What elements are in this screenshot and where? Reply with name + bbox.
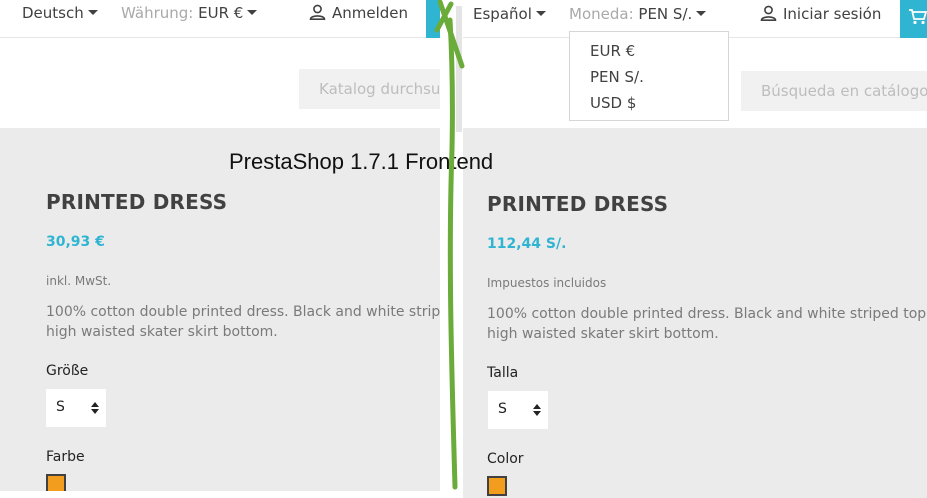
size-select[interactable]: S bbox=[488, 391, 548, 429]
product-description: 100% cotton double printed dress. Black … bbox=[487, 304, 926, 344]
size-select[interactable]: S bbox=[46, 389, 106, 427]
currency-option[interactable]: EUR € bbox=[590, 38, 728, 64]
sign-in-link[interactable]: Anmelden bbox=[309, 4, 408, 22]
currency-option[interactable]: PEN S/. bbox=[590, 64, 728, 90]
updown-arrows-icon bbox=[91, 402, 99, 414]
cart-button[interactable] bbox=[426, 0, 440, 38]
description-line: high waisted skater skirt bottom. bbox=[46, 324, 278, 340]
product-title: PRINTED DRESS bbox=[46, 190, 228, 214]
user-icon bbox=[309, 4, 326, 20]
currency-selector[interactable]: Moneda: PEN S/. bbox=[569, 5, 707, 23]
color-label: Farbe bbox=[46, 449, 85, 465]
currency-value: EUR € bbox=[198, 4, 244, 22]
search-input[interactable] bbox=[299, 69, 440, 109]
bottom-strip bbox=[0, 491, 440, 498]
screenshot-caption: PrestaShop 1.7.1 Frontend bbox=[229, 149, 494, 174]
color-label: Color bbox=[487, 451, 524, 467]
user-icon bbox=[760, 5, 777, 21]
size-value: S bbox=[56, 399, 65, 415]
currency-option[interactable]: USD $ bbox=[590, 90, 728, 116]
chevron-down-icon bbox=[696, 11, 707, 16]
updown-arrows-icon bbox=[533, 404, 541, 416]
color-swatch-orange[interactable] bbox=[487, 476, 507, 496]
currency-label: Währung: bbox=[121, 4, 194, 22]
language-label: Deutsch bbox=[22, 4, 84, 22]
search-input[interactable] bbox=[741, 71, 927, 111]
header-nav: Deutsch Währung: EUR € Anmelden bbox=[0, 0, 440, 38]
product-title: PRINTED DRESS bbox=[487, 192, 669, 216]
sign-in-link[interactable]: Iniciar sesión bbox=[760, 5, 881, 23]
shopping-cart-icon bbox=[909, 9, 927, 25]
description-line: 100% cotton double printed dress. Black … bbox=[46, 304, 440, 320]
product-description: 100% cotton double printed dress. Black … bbox=[46, 302, 440, 342]
sign-in-label: Iniciar sesión bbox=[783, 5, 882, 23]
size-label: Talla bbox=[487, 365, 519, 381]
sign-in-label: Anmelden bbox=[332, 4, 409, 22]
size-value: S bbox=[498, 401, 507, 417]
tax-label: Impuestos incluidos bbox=[487, 276, 607, 290]
size-label: Größe bbox=[46, 363, 89, 379]
currency-label: Moneda: bbox=[569, 5, 634, 23]
german-storefront-panel: Deutsch Währung: EUR € Anmelden PRINTED … bbox=[0, 0, 440, 498]
chevron-down-icon bbox=[535, 11, 546, 16]
currency-dropdown-menu: EUR € PEN S/. USD $ bbox=[569, 31, 729, 121]
language-selector[interactable]: Deutsch bbox=[22, 4, 98, 22]
divider-bar bbox=[456, 6, 462, 132]
product-price: 112,44 S/. bbox=[487, 236, 567, 252]
language-selector[interactable]: Español bbox=[473, 5, 546, 23]
cart-button[interactable] bbox=[900, 0, 927, 38]
tax-label: inkl. MwSt. bbox=[46, 274, 112, 288]
currency-value: PEN S/. bbox=[638, 5, 693, 23]
product-price: 30,93 € bbox=[46, 234, 105, 250]
language-label: Español bbox=[473, 5, 532, 23]
chevron-down-icon bbox=[87, 10, 98, 15]
currency-selector[interactable]: Währung: EUR € bbox=[121, 4, 258, 22]
description-line: high waisted skater skirt bottom. bbox=[487, 326, 719, 342]
chevron-down-icon bbox=[247, 10, 258, 15]
description-line: 100% cotton double printed dress. Black … bbox=[487, 306, 927, 322]
